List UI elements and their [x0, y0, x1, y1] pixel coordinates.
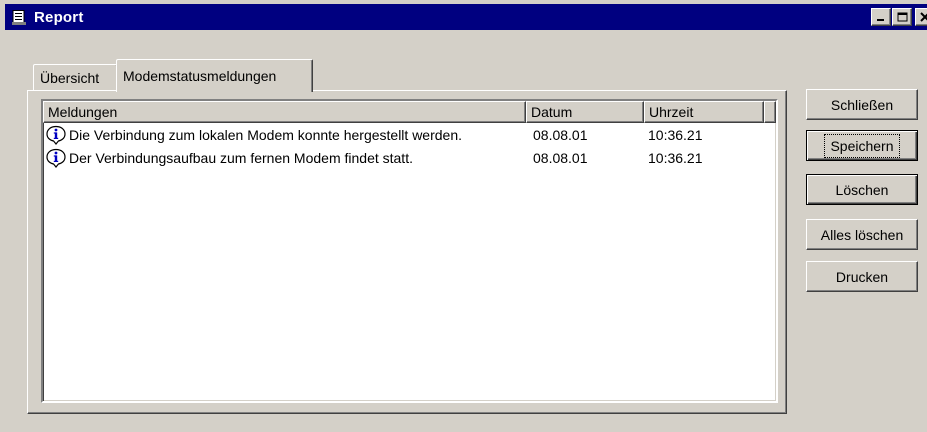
info-icon	[46, 125, 66, 145]
delete-button[interactable]: Löschen	[806, 174, 918, 205]
message-text: Der Verbindungsaufbau zum fernen Modem f…	[69, 149, 413, 166]
window-title: Report	[34, 8, 84, 26]
tab-uebersicht[interactable]: Übersicht	[33, 64, 117, 91]
tab-modemstatusmeldungen[interactable]: Modemstatusmeldungen	[116, 59, 313, 92]
close-button[interactable]	[915, 8, 927, 26]
list-item[interactable]: Der Verbindungsaufbau zum fernen Modem f…	[43, 146, 776, 169]
save-label: Speichern	[824, 133, 900, 158]
column-header-meldungen[interactable]: Meldungen	[43, 101, 526, 123]
message-list[interactable]: Meldungen Datum Uhrzeit Die Verbindung z…	[41, 99, 778, 403]
column-header-datum[interactable]: Datum	[526, 101, 644, 123]
report-icon	[11, 9, 27, 25]
close-dialog-button[interactable]: Schließen	[806, 89, 918, 120]
print-label: Drucken	[835, 268, 889, 285]
tab-uebersicht-label: Übersicht	[40, 70, 100, 86]
maximize-button[interactable]	[892, 8, 912, 26]
save-button[interactable]: Speichern	[806, 130, 918, 161]
info-icon	[46, 148, 66, 168]
list-item[interactable]: Die Verbindung zum lokalen Modem konnte …	[43, 123, 776, 146]
delete-label: Löschen	[835, 181, 889, 198]
date-cell: 08.08.01	[533, 149, 588, 166]
date-cell: 08.08.01	[533, 126, 588, 143]
delete-all-label: Alles löschen	[820, 226, 904, 243]
tab-modemstatusmeldungen-label: Modemstatusmeldungen	[123, 68, 277, 84]
time-cell: 10:36.21	[648, 126, 703, 143]
minimize-button[interactable]	[871, 8, 891, 26]
window-controls	[870, 8, 927, 26]
list-header: Meldungen Datum Uhrzeit	[43, 101, 776, 123]
delete-all-button[interactable]: Alles löschen	[806, 219, 918, 250]
maximize-icon	[897, 12, 907, 22]
message-text: Die Verbindung zum lokalen Modem konnte …	[69, 126, 463, 143]
message-cell: Der Verbindungsaufbau zum fernen Modem f…	[43, 148, 526, 168]
column-header-uhrzeit[interactable]: Uhrzeit	[644, 101, 764, 123]
print-button[interactable]: Drucken	[806, 261, 918, 292]
close-dialog-label: Schließen	[830, 96, 894, 113]
report-window: Report Übersicht Modemstatusmeldungen Me…	[0, 0, 927, 432]
minimize-icon	[877, 19, 884, 21]
title-bar[interactable]: Report	[5, 4, 927, 30]
message-cell: Die Verbindung zum lokalen Modem konnte …	[43, 125, 526, 145]
column-header-filler	[764, 101, 776, 123]
close-icon	[920, 12, 927, 22]
time-cell: 10:36.21	[648, 149, 703, 166]
